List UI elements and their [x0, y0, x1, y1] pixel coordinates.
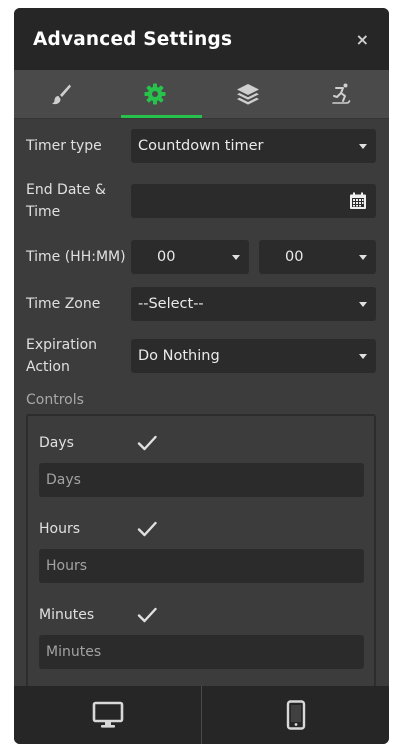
hours-checkbox[interactable]	[136, 518, 158, 540]
hours-value: 00	[157, 249, 176, 265]
time-row: Time (HH:MM) 00 00	[26, 240, 376, 274]
expiration-select[interactable]: Do Nothing	[131, 339, 376, 373]
skater-icon	[332, 83, 351, 104]
calendar-icon[interactable]	[349, 192, 367, 210]
advanced-settings-panel: Advanced Settings × Timer type Countdown…	[14, 8, 389, 744]
expiration-label: Expiration Action	[26, 337, 98, 375]
close-icon[interactable]: ×	[356, 30, 369, 49]
device-footer	[14, 686, 389, 744]
controls-box: Days Days Hours Hours Minutes Minutes	[26, 414, 376, 686]
minutes-placeholder: Minutes	[46, 644, 102, 660]
hours-label: Hours	[39, 521, 81, 537]
mobile-icon	[286, 700, 305, 730]
checkmark-icon	[137, 607, 157, 623]
tab-layers[interactable]	[202, 70, 296, 118]
tab-bar	[14, 70, 389, 119]
minutes-checkbox[interactable]	[136, 604, 158, 626]
days-control-row: Days	[39, 432, 364, 454]
desktop-view-button[interactable]	[14, 686, 201, 744]
timer-type-row: Timer type Countdown timer	[26, 129, 376, 163]
tab-settings[interactable]	[108, 70, 202, 118]
timezone-select[interactable]: --Select--	[131, 287, 376, 321]
chevron-down-icon	[232, 254, 240, 260]
timezone-row: Time Zone --Select--	[26, 287, 376, 321]
chevron-down-icon	[359, 301, 367, 307]
hours-control-row: Hours	[39, 518, 364, 540]
panel-title: Advanced Settings	[33, 28, 233, 50]
mobile-view-button[interactable]	[202, 686, 389, 744]
days-label: Days	[39, 435, 74, 451]
timer-type-value: Countdown timer	[138, 138, 264, 154]
checkmark-icon	[137, 521, 157, 537]
expiration-value: Do Nothing	[138, 348, 220, 364]
settings-content: Timer type Countdown timer End Date & Ti…	[14, 119, 389, 686]
layers-icon	[237, 84, 260, 105]
chevron-down-icon	[359, 254, 367, 260]
expiration-row: Expiration Action Do Nothing	[26, 334, 376, 378]
panel-header: Advanced Settings ×	[14, 8, 389, 70]
timezone-label: Time Zone	[26, 296, 101, 312]
gear-icon	[144, 83, 166, 105]
checkmark-icon	[137, 435, 157, 451]
minutes-select[interactable]: 00	[259, 240, 376, 274]
minutes-control-row: Minutes	[39, 604, 364, 626]
desktop-icon	[92, 701, 123, 728]
end-date-input[interactable]	[131, 184, 376, 218]
chevron-down-icon	[359, 353, 367, 359]
timer-type-select[interactable]: Countdown timer	[131, 129, 376, 163]
days-input[interactable]: Days	[39, 463, 364, 497]
chevron-down-icon	[359, 143, 367, 149]
brush-icon	[51, 84, 71, 105]
timer-type-label: Timer type	[26, 138, 102, 154]
minutes-value: 00	[285, 249, 304, 265]
days-checkbox[interactable]	[136, 432, 158, 454]
minutes-label: Minutes	[39, 607, 95, 623]
hours-input[interactable]: Hours	[39, 549, 364, 583]
days-placeholder: Days	[46, 472, 81, 488]
tab-style[interactable]	[14, 70, 108, 118]
timezone-value: --Select--	[138, 296, 204, 312]
time-label: Time (HH:MM)	[26, 249, 126, 265]
end-date-row: End Date & Time	[26, 179, 376, 223]
end-date-label: End Date & Time	[26, 182, 106, 220]
hours-placeholder: Hours	[46, 558, 88, 574]
minutes-input[interactable]: Minutes	[39, 635, 364, 669]
tab-advanced[interactable]	[295, 70, 389, 118]
controls-heading: Controls	[26, 392, 84, 408]
hours-select[interactable]: 00	[131, 240, 249, 274]
